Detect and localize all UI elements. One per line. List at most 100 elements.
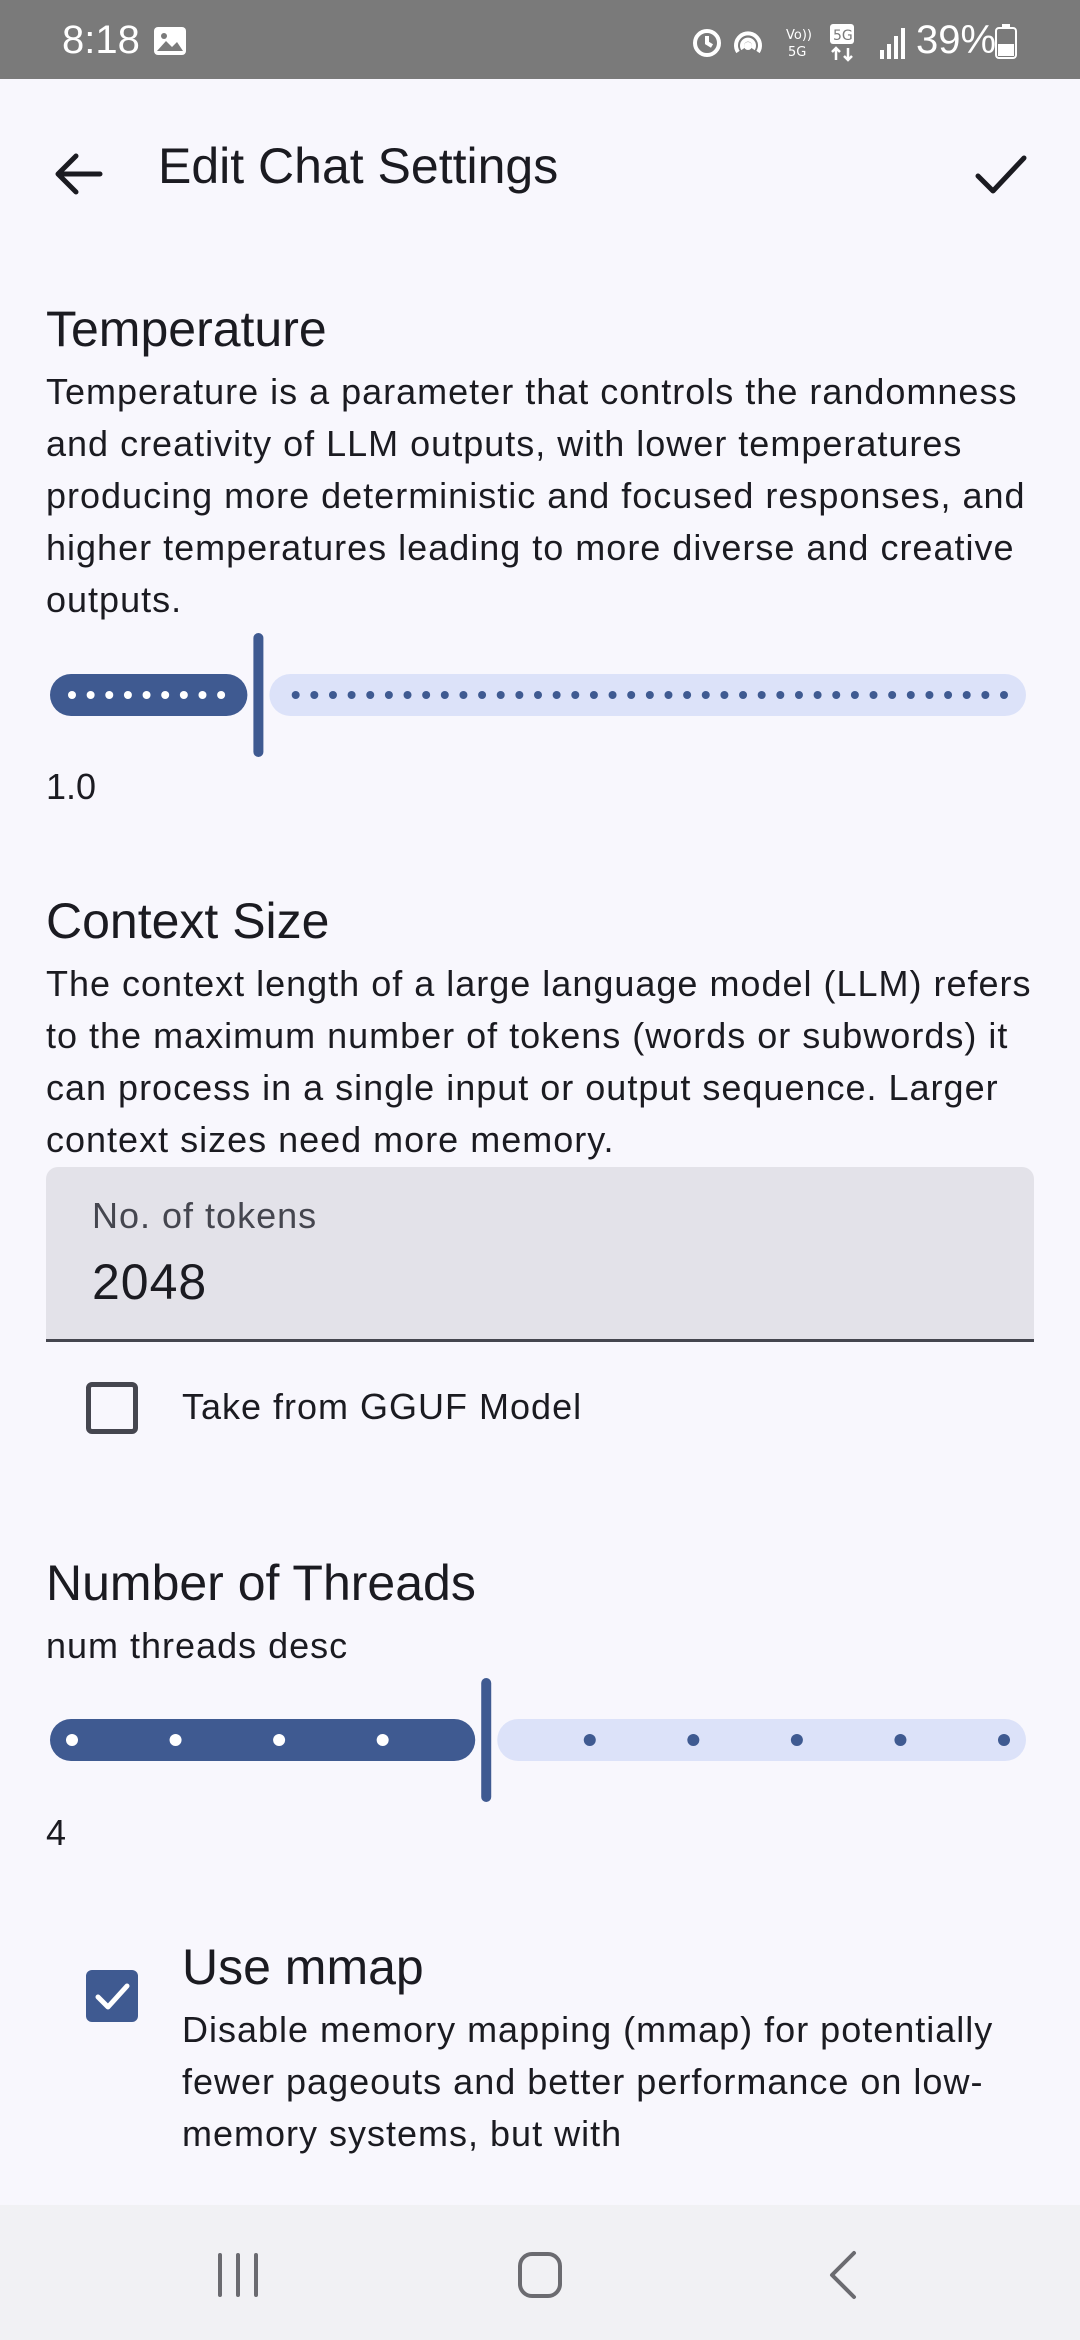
- slider-tick: [105, 691, 114, 699]
- slider-tick: [496, 691, 505, 699]
- slider-inactive-track: [497, 1719, 1026, 1761]
- back-button[interactable]: [40, 134, 120, 214]
- status-system-icons: Vo)) 5G 5G: [690, 22, 910, 67]
- battery-icon: [994, 24, 1018, 65]
- arrow-left-icon: [55, 153, 103, 195]
- alarm-icon: [693, 29, 721, 57]
- slider-tick: [869, 691, 878, 699]
- slider-tick: [627, 691, 636, 699]
- mmap-title: Use mmap: [182, 1939, 424, 1995]
- slider-handle[interactable]: [481, 1678, 492, 1802]
- mmap-description: Disable memory mapping (mmap) for potent…: [182, 2009, 994, 2154]
- app-bar: Edit Chat Settings: [0, 79, 1080, 259]
- system-back-button[interactable]: [792, 2225, 892, 2325]
- threads-title: Number of Threads: [46, 1555, 476, 1611]
- tokens-field-label: No. of tokens: [92, 1195, 318, 1236]
- context-size-title: Context Size: [46, 893, 330, 949]
- slider-tick: [310, 691, 319, 699]
- slider-tick: [142, 691, 151, 699]
- gallery-icon: [153, 26, 187, 61]
- slider-tick: [894, 1734, 907, 1746]
- system-nav-bar: [0, 2205, 1080, 2340]
- slider-tick: [981, 691, 990, 699]
- confirm-button[interactable]: [960, 134, 1040, 214]
- check-icon: [95, 1983, 130, 2010]
- temperature-value: 1.0: [46, 766, 97, 807]
- gguf-model-checkbox-label: Take from GGUF Model: [182, 1386, 583, 1427]
- svg-text:5G: 5G: [788, 45, 806, 60]
- check-icon: [975, 155, 1027, 194]
- slider-tick: [179, 691, 188, 699]
- slider-tick: [384, 691, 393, 699]
- slider-tick: [664, 691, 673, 699]
- slider-tick: [832, 691, 841, 699]
- slider-tick: [440, 691, 449, 699]
- slider-tick: [552, 691, 561, 699]
- tokens-field[interactable]: No. of tokens 2048: [46, 1167, 1034, 1342]
- slider-tick: [534, 691, 542, 699]
- recent-apps-button[interactable]: [188, 2225, 288, 2325]
- slider-tick: [589, 691, 598, 699]
- slider-tick: [571, 691, 580, 699]
- slider-tick: [998, 1734, 1010, 1746]
- svg-text:Vo)): Vo)): [786, 28, 812, 43]
- slider-tick: [403, 691, 412, 699]
- slider-tick: [169, 1734, 182, 1746]
- status-time: 8:18: [62, 18, 140, 62]
- temperature-title: Temperature: [46, 301, 327, 357]
- slider-tick: [925, 691, 934, 699]
- slider-tick: [347, 691, 356, 699]
- svg-text:5G: 5G: [833, 28, 853, 44]
- slider-tick: [86, 691, 95, 699]
- slider-tick: [888, 691, 897, 699]
- threads-value: 4: [46, 1812, 67, 1853]
- slider-tick: [515, 691, 524, 699]
- slider-tick: [328, 691, 337, 699]
- slider-tick: [1000, 691, 1008, 699]
- chevron-left-icon: [830, 2251, 856, 2299]
- slider-tick: [720, 691, 729, 699]
- slider-tick: [459, 691, 468, 699]
- 5g-icon: 5G: [830, 24, 854, 62]
- slider-tick: [291, 691, 300, 699]
- slider-tick: [944, 691, 953, 699]
- context-size-description: The context length of a large language m…: [46, 963, 1032, 1160]
- slider-tick: [813, 691, 822, 699]
- threads-slider[interactable]: [46, 1675, 1030, 1805]
- slider-tick: [701, 691, 710, 699]
- slider-tick: [776, 691, 785, 699]
- mmap-checkbox[interactable]: [86, 1970, 138, 2022]
- slider-tick: [757, 691, 766, 699]
- slider-tick: [645, 691, 654, 699]
- hotspot-icon: [734, 31, 762, 54]
- slider-tick: [850, 691, 859, 699]
- slider-tick: [217, 691, 226, 699]
- slider-tick: [794, 691, 803, 699]
- slider-tick: [790, 1734, 803, 1746]
- slider-tick: [608, 691, 617, 699]
- status-bar: 8:18 Vo)) 5G 5G 39%: [0, 0, 1080, 79]
- volte-icon: Vo)) 5G: [786, 28, 812, 60]
- slider-tick: [198, 691, 207, 699]
- slider-tick: [68, 691, 76, 699]
- temperature-slider[interactable]: [46, 630, 1030, 760]
- home-button[interactable]: [490, 2225, 590, 2325]
- slider-tick: [478, 691, 487, 699]
- temperature-description: Temperature is a parameter that controls…: [46, 371, 1026, 620]
- slider-tick: [66, 1734, 78, 1746]
- slider-active-track: [50, 1719, 476, 1761]
- slider-tick: [366, 691, 375, 699]
- gguf-model-checkbox[interactable]: [86, 1382, 138, 1434]
- slider-tick: [687, 1734, 700, 1746]
- signal-icon: [880, 28, 905, 59]
- tokens-field-value[interactable]: 2048: [92, 1253, 207, 1311]
- slider-handle[interactable]: [253, 633, 264, 757]
- slider-tick: [376, 1734, 389, 1746]
- slider-tick: [123, 691, 132, 699]
- home-icon: [518, 2252, 562, 2298]
- slider-tick: [161, 691, 170, 699]
- slider-tick: [422, 691, 431, 699]
- slider-tick: [273, 1734, 286, 1746]
- battery-percent: 39%: [916, 18, 997, 62]
- slider-tick: [906, 691, 915, 699]
